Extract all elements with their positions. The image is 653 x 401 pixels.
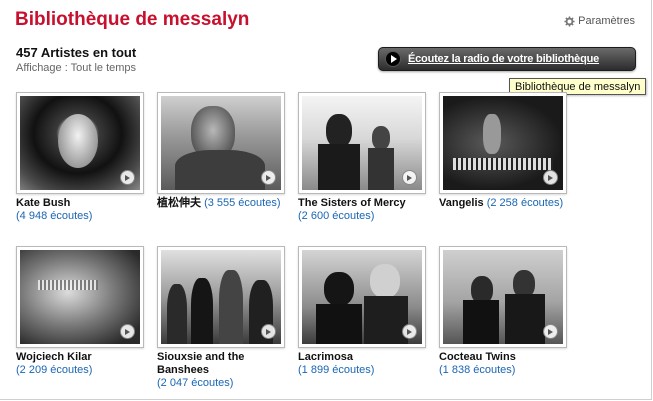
artist-thumbnail[interactable]: [16, 92, 144, 194]
artist-card: Lacrimosa (1 899 écoutes): [298, 246, 428, 377]
artist-thumbnail[interactable]: [439, 246, 567, 348]
artist-name[interactable]: The Sisters of Mercy: [298, 197, 428, 210]
artist-count: 457 Artistes en tout: [16, 45, 137, 60]
artist-card: 植松伸夫 (3 555 écoutes): [157, 92, 287, 210]
play-icon[interactable]: [402, 170, 417, 185]
artist-name[interactable]: Kate Bush: [16, 197, 146, 210]
artist-name-row: Vangelis (2 258 écoutes): [439, 197, 569, 210]
play-icon[interactable]: [120, 170, 135, 185]
artist-thumbnail[interactable]: [298, 246, 426, 348]
artist-thumbnail[interactable]: [157, 92, 285, 194]
artist-plays: (1 838 écoutes): [439, 364, 516, 376]
settings-label: Paramètres: [578, 15, 635, 27]
artist-plays: (2 258 écoutes): [486, 197, 564, 209]
play-icon[interactable]: [261, 170, 276, 185]
artist-card: Cocteau Twins (1 838 écoutes): [439, 246, 569, 377]
play-icon[interactable]: [120, 324, 135, 339]
artist-plays: (1 899 écoutes): [298, 364, 375, 376]
artist-card: Kate Bush (4 948 écoutes): [16, 92, 146, 223]
artist-plays: (2 209 écoutes): [16, 364, 93, 376]
artist-name[interactable]: 植松伸夫: [157, 197, 201, 209]
page-title: Bibliothèque de messalyn: [15, 9, 250, 30]
artist-thumbnail[interactable]: [16, 246, 144, 348]
artist-thumbnail[interactable]: [157, 246, 285, 348]
artist-name[interactable]: Siouxsie and the Banshees: [157, 351, 287, 377]
artist-card: Vangelis (2 258 écoutes): [439, 92, 569, 210]
artist-plays: (2 600 écoutes): [298, 210, 375, 222]
artist-plays: (3 555 écoutes): [204, 197, 281, 209]
artist-name[interactable]: Wojciech Kilar: [16, 351, 146, 364]
artist-thumbnail[interactable]: [298, 92, 426, 194]
library-radio-label: Écoutez la radio de votre bibliothèque: [408, 53, 600, 65]
play-icon[interactable]: [402, 324, 417, 339]
artist-name[interactable]: Cocteau Twins: [439, 351, 569, 364]
artist-plays: (4 948 écoutes): [16, 210, 93, 222]
artist-name[interactable]: Lacrimosa: [298, 351, 428, 364]
artist-card: Wojciech Kilar (2 209 écoutes): [16, 246, 146, 377]
artist-name-row: 植松伸夫 (3 555 écoutes): [157, 197, 287, 210]
artist-card: Siouxsie and the Banshees (2 047 écoutes…: [157, 246, 287, 390]
artist-thumbnail[interactable]: [439, 92, 567, 194]
artist-name[interactable]: Vangelis: [439, 197, 484, 209]
play-icon[interactable]: [543, 170, 558, 185]
play-icon: [385, 51, 401, 67]
artist-plays: (2 047 écoutes): [157, 377, 234, 389]
play-icon[interactable]: [543, 324, 558, 339]
library-radio-button[interactable]: Écoutez la radio de votre bibliothèque: [378, 47, 636, 71]
period-filter[interactable]: Affichage : Tout le temps: [16, 62, 136, 74]
settings-link[interactable]: Paramètres: [564, 15, 635, 27]
artist-card: The Sisters of Mercy (2 600 écoutes): [298, 92, 428, 223]
play-icon[interactable]: [261, 324, 276, 339]
gear-icon: [564, 15, 575, 27]
